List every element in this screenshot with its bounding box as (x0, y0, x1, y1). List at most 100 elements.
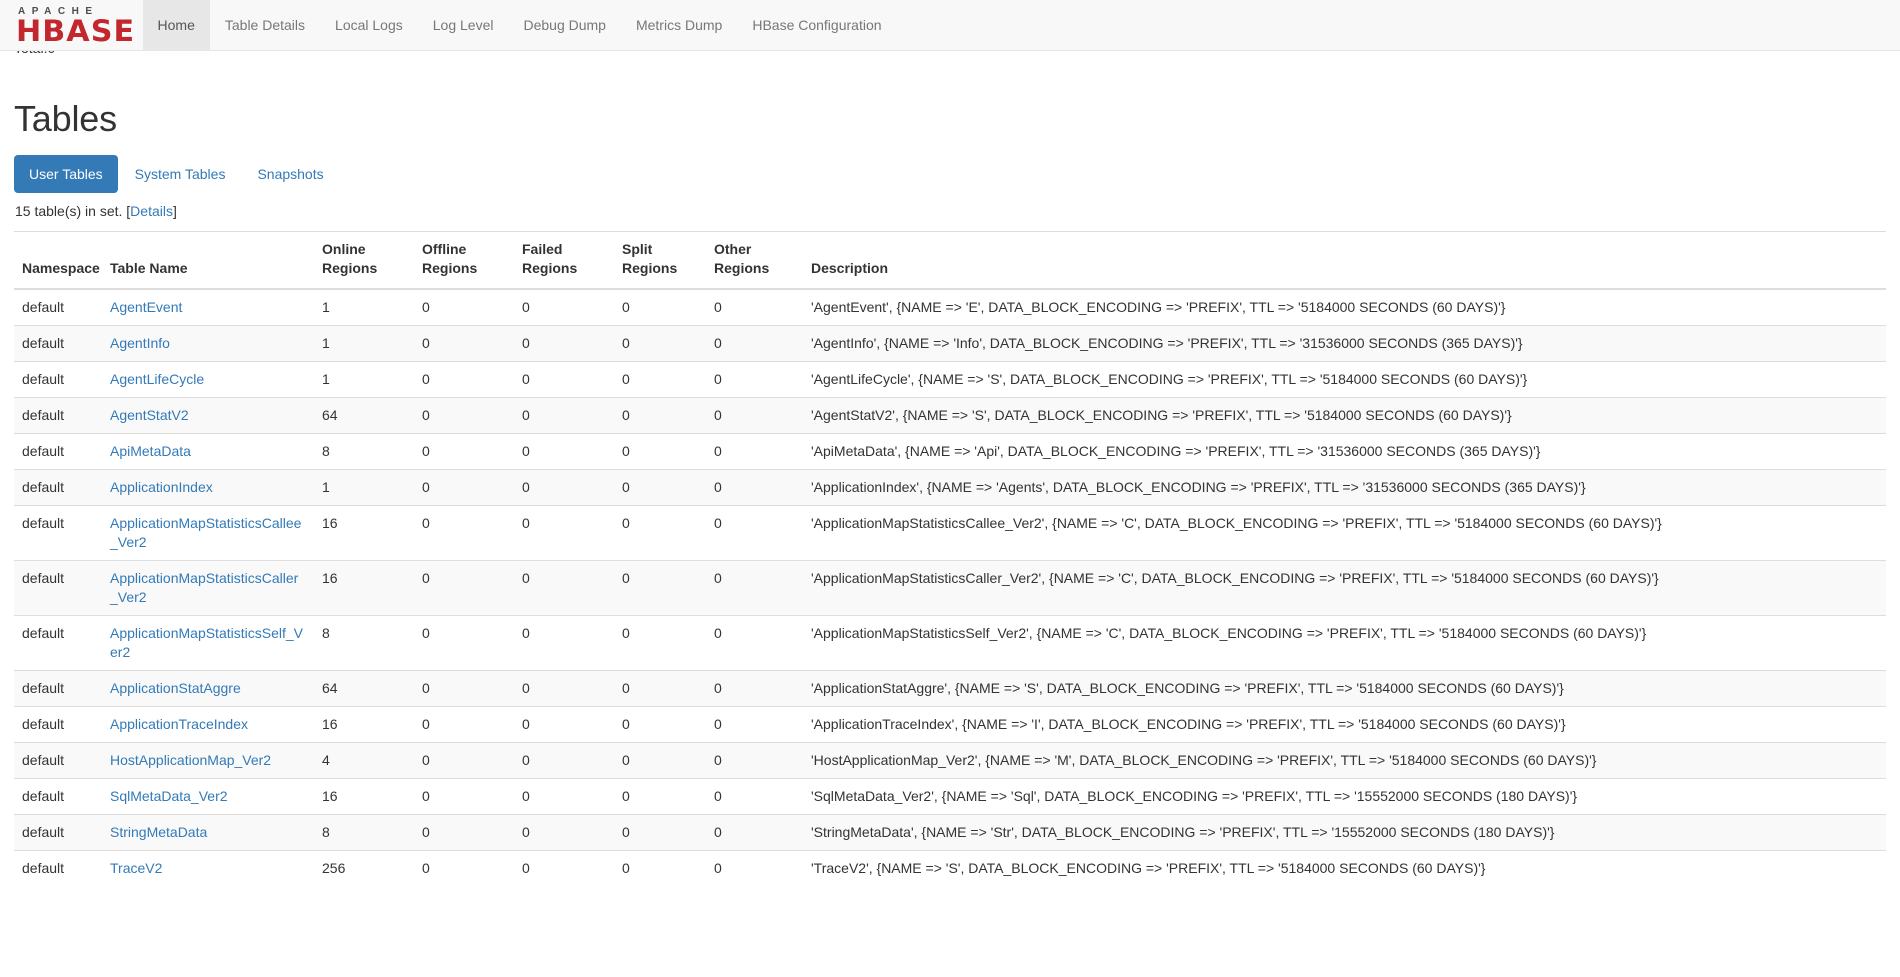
cell-other: 0 (706, 432, 803, 470)
cell-namespace: default (14, 614, 102, 671)
header-offline-line1: Offline (422, 240, 467, 257)
cell-namespace: default (14, 288, 102, 326)
nav-item-home[interactable]: Home (142, 0, 210, 50)
cell-split: 0 (614, 324, 706, 362)
table-head: Namespace Table Name Online Regions Offl… (14, 230, 1886, 290)
cell-other: 0 (706, 559, 803, 616)
cell-failed: 0 (514, 360, 614, 398)
cell-split: 0 (614, 360, 706, 398)
cell-online: 64 (314, 396, 414, 434)
table-row: default ApplicationStatAggre 64 0 0 0 0 'Applic… (14, 669, 1886, 707)
header-description: Description (803, 230, 1886, 290)
cell-offline: 0 (414, 777, 514, 815)
table-row: default ApplicationMapStatisticsCaller_Ve… (14, 559, 1886, 616)
cell-description: 'SqlMetaData_Ver2', {NAME => 'Sql', DATA… (803, 777, 1886, 815)
cell-split: 0 (614, 705, 706, 743)
header-online-regions: Online Regions (314, 230, 414, 290)
cell-online: 16 (314, 559, 414, 616)
table-row: default ApplicationMapStatisticsCallee_Ve… (14, 504, 1886, 561)
table-name-link[interactable]: AgentStatV2 (110, 407, 189, 423)
header-split-line1: Split (622, 240, 653, 257)
cell-namespace: default (14, 360, 102, 398)
table-name-link[interactable]: ApplicationTraceIndex (110, 716, 248, 732)
top-navbar: APACHE HBASE Home Table Details Local Lo… (0, 0, 1900, 51)
cell-online: 8 (314, 813, 414, 851)
header-split-line2: Regions (622, 259, 678, 276)
cell-description: 'ApplicationTraceIndex', {NAME => 'I', D… (803, 705, 1886, 743)
cell-description: 'TraceV2', {NAME => 'S', DATA_BLOCK_ENCO… (803, 849, 1886, 886)
tab-system-tables[interactable]: System Tables (120, 155, 241, 193)
cell-failed: 0 (514, 468, 614, 506)
cell-other: 0 (706, 777, 803, 815)
cell-other: 0 (706, 849, 803, 886)
nav-item-hbase-configuration[interactable]: HBase Configuration (737, 0, 896, 50)
cell-offline: 0 (414, 705, 514, 743)
table-name-link[interactable]: ApplicationIndex (110, 479, 213, 495)
table-row: default ApplicationMapStatisticsSelf_Ver2… (14, 614, 1886, 671)
table-name-link[interactable]: ApplicationStatAggre (110, 680, 241, 696)
table-name-link[interactable]: TraceV2 (110, 860, 162, 876)
nav-item-debug-dump[interactable]: Debug Dump (508, 0, 621, 50)
table-row: default ApplicationTraceIndex 16 0 0 0 0 'Appli… (14, 705, 1886, 743)
cell-table_name: AgentInfo (102, 324, 314, 362)
header-split-regions: Split Regions (614, 230, 706, 290)
cell-offline: 0 (414, 288, 514, 326)
table-name-link[interactable]: HostApplicationMap_Ver2 (110, 752, 271, 768)
table-name-link[interactable]: SqlMetaData_Ver2 (110, 788, 228, 804)
hbase-logo[interactable]: APACHE HBASE (14, 0, 143, 51)
nav-item-local-logs[interactable]: Local Logs (320, 0, 418, 50)
cell-split: 0 (614, 559, 706, 616)
cell-other: 0 (706, 741, 803, 779)
cell-split: 0 (614, 777, 706, 815)
tab-user-tables[interactable]: User Tables (14, 154, 118, 193)
tab-snapshots[interactable]: Snapshots (242, 155, 338, 193)
cell-online: 1 (314, 360, 414, 398)
cell-online: 8 (314, 614, 414, 671)
cell-table_name: AgentEvent (102, 288, 314, 326)
table-name-link[interactable]: AgentInfo (110, 335, 170, 351)
cell-other: 0 (706, 504, 803, 561)
table-name-link[interactable]: ApplicationMapStatisticsCaller_Ver2 (110, 570, 298, 605)
table-name-link[interactable]: ApplicationMapStatisticsCallee_Ver2 (110, 515, 301, 550)
cell-split: 0 (614, 432, 706, 470)
table-row: default AgentInfo 1 0 0 0 0 'AgentInfo', {NAME … (14, 324, 1886, 362)
cell-failed: 0 (514, 614, 614, 671)
header-online-line2: Regions (322, 259, 378, 276)
table-row: default AgentStatV2 64 0 0 0 0 'AgentStatV2', {… (14, 396, 1886, 434)
cell-split: 0 (614, 504, 706, 561)
table-name-link[interactable]: AgentLifeCycle (110, 371, 204, 387)
nav-item-metrics-dump[interactable]: Metrics Dump (621, 0, 737, 50)
cell-split: 0 (614, 741, 706, 779)
cell-other: 0 (706, 705, 803, 743)
header-offline-line2: Regions (422, 259, 478, 276)
table-name-link[interactable]: AgentEvent (110, 299, 182, 315)
cell-description: 'AgentInfo', {NAME => 'Info', DATA_BLOCK… (803, 324, 1886, 362)
cell-description: 'ApplicationStatAggre', {NAME => 'S', DA… (803, 669, 1886, 707)
cell-table_name: TraceV2 (102, 849, 314, 886)
navbar-inner: APACHE HBASE Home Table Details Local Lo… (0, 0, 897, 50)
cell-namespace: default (14, 741, 102, 779)
cell-offline: 0 (414, 813, 514, 851)
cell-failed: 0 (514, 813, 614, 851)
cell-other: 0 (706, 614, 803, 671)
cell-failed: 0 (514, 432, 614, 470)
table-name-link[interactable]: ApplicationMapStatisticsSelf_Ver2 (110, 625, 303, 660)
table-name-link[interactable]: ApiMetaData (110, 443, 191, 459)
cell-online: 16 (314, 777, 414, 815)
nav-item-log-level[interactable]: Log Level (418, 0, 509, 50)
table-name-link[interactable]: StringMetaData (110, 824, 207, 840)
cell-table_name: AgentStatV2 (102, 396, 314, 434)
details-link[interactable]: Details (130, 203, 173, 219)
cell-offline: 0 (414, 741, 514, 779)
header-failed-line1: Failed (522, 240, 563, 257)
header-failed-regions: Failed Regions (514, 230, 614, 290)
nav-item-table-details[interactable]: Table Details (210, 0, 320, 50)
cell-namespace: default (14, 324, 102, 362)
cell-table_name: ApplicationTraceIndex (102, 705, 314, 743)
cell-description: 'ApplicationMapStatisticsCaller_Ver2', {… (803, 559, 1886, 616)
cell-table_name: HostApplicationMap_Ver2 (102, 741, 314, 779)
cell-namespace: default (14, 849, 102, 886)
header-failed-line2: Regions (522, 259, 578, 276)
cell-offline: 0 (414, 614, 514, 671)
